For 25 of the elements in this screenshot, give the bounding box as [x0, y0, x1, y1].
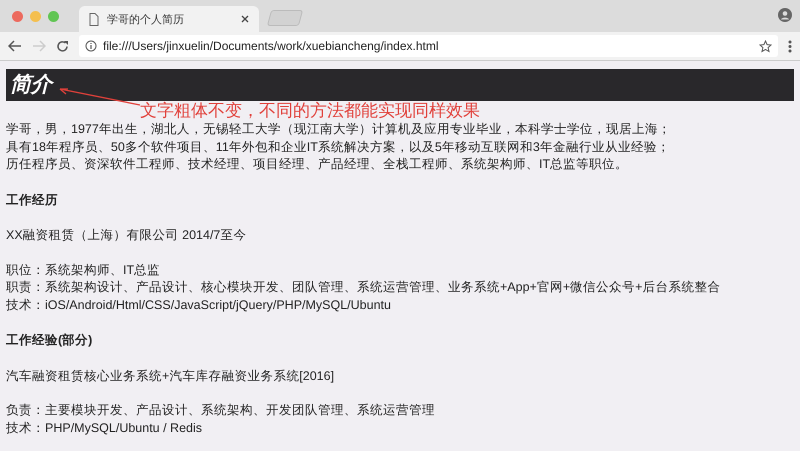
reload-icon[interactable]	[56, 40, 69, 52]
close-window-button[interactable]	[12, 10, 23, 22]
menu-icon[interactable]	[788, 40, 792, 52]
section-title: 工作经验(部分)	[6, 332, 94, 349]
intro-line: 具有18年程序员、50多个软件项目、11年外包和企业IT系统解决方案，以及5年移动互联网和3年金融行业从业经验；	[6, 138, 671, 156]
intro-line: 学哥，男，1977年出生，湖北人，无锡轻工大学（现江南大学）计算机及应用专业毕业，本科学士学位，现居上海；	[6, 121, 672, 138]
page-heading: 简介	[6, 69, 794, 101]
text-line: 汽车融资租赁核心业务系统+汽车库存融资业务系统[2016]	[6, 368, 336, 385]
text-line: 职位：系统架构师、IT总监	[6, 262, 162, 278]
section-title: 工作经历	[6, 192, 59, 208]
text-line: 职责：系统架构设计、产品设计、核心模块开发、团队管理、系统运营管理、业务系统+App+官网+微信公众号+后台系统整合	[6, 279, 722, 296]
back-icon[interactable]	[8, 40, 22, 52]
annotation-text: 文字粗体不变，不同的方法都能实现同样效果	[140, 101, 480, 121]
browser-tab[interactable]: 学哥的个人简历	[79, 6, 259, 32]
text-line: 技术：iOS/Android/Html/CSS/JavaScript/jQuery/PHP/MySQL/Ubuntu	[6, 296, 392, 314]
profile-icon[interactable]	[778, 8, 792, 22]
star-icon[interactable]	[759, 40, 772, 52]
text-line: 负责：主要模块开发、产品设计、系统架构、开发团队管理、系统运营管理	[6, 402, 436, 419]
close-icon[interactable]	[241, 15, 249, 23]
info-icon	[85, 40, 97, 52]
text-line: 技术：PHP/MySQL/Ubuntu / Redis	[6, 420, 204, 437]
document-icon	[89, 12, 99, 26]
intro-line: 历任程序员、资深软件工程师、技术经理、项目经理、产品经理、全栈工程师、系统架构师、IT总监等职位。	[6, 156, 630, 173]
address-bar[interactable]: file:///Users/jinxuelin/Documents/work/xuebiancheng/index.html	[79, 35, 778, 57]
text-line: XX融资租赁（上海）有限公司 2014/7至今	[6, 227, 248, 244]
